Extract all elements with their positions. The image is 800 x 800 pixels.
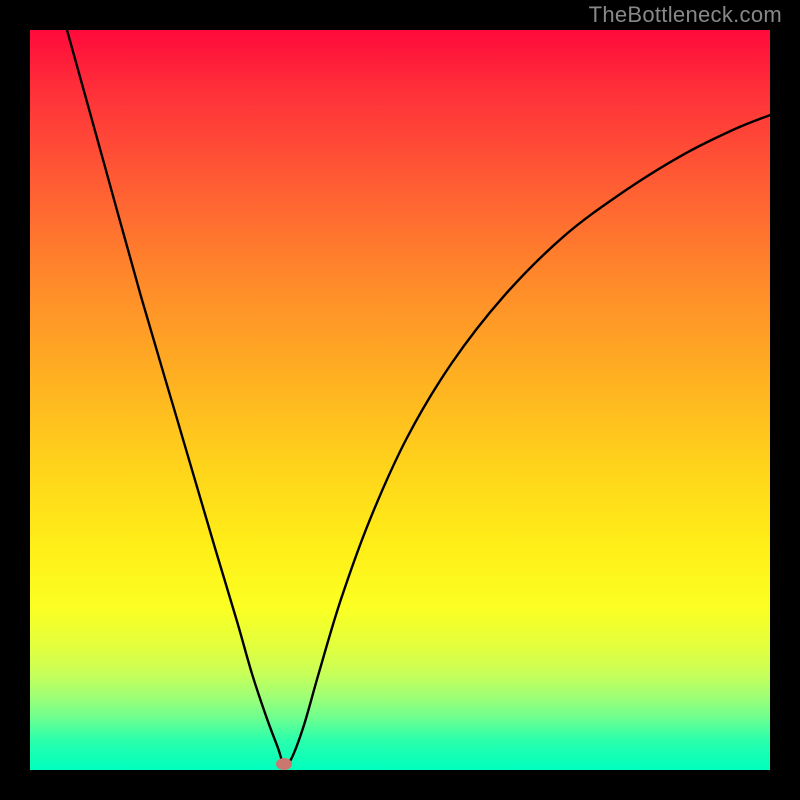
watermark-text: TheBottleneck.com [589,2,782,28]
bottleneck-curve [67,30,770,765]
plot-frame [30,30,770,770]
minimum-marker [276,758,292,770]
curve-layer [30,30,770,770]
